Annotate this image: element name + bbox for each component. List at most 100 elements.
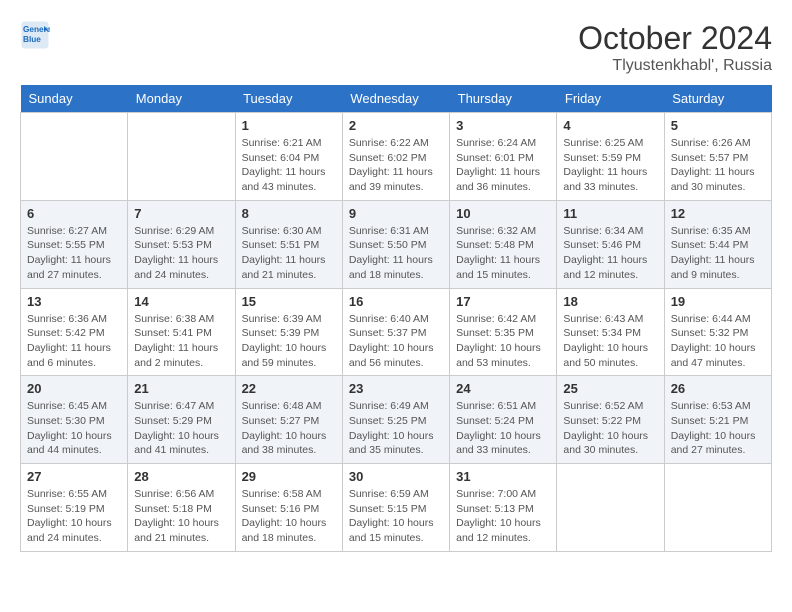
day-info: Sunrise: 6:51 AMSunset: 5:24 PMDaylight:… — [456, 399, 550, 458]
calendar-cell: 11 Sunrise: 6:34 AMSunset: 5:46 PMDayligh… — [557, 200, 664, 288]
day-info: Sunrise: 6:40 AMSunset: 5:37 PMDaylight:… — [349, 312, 443, 371]
day-info: Sunrise: 7:00 AMSunset: 5:13 PMDaylight:… — [456, 487, 550, 546]
day-number: 29 — [242, 469, 336, 484]
title-area: October 2024 Tlyustenkhabl', Russia — [578, 20, 772, 75]
day-number: 17 — [456, 294, 550, 309]
day-info: Sunrise: 6:22 AMSunset: 6:02 PMDaylight:… — [349, 136, 443, 195]
day-info: Sunrise: 6:52 AMSunset: 5:22 PMDaylight:… — [563, 399, 657, 458]
day-info: Sunrise: 6:56 AMSunset: 5:18 PMDaylight:… — [134, 487, 228, 546]
calendar-cell: 22 Sunrise: 6:48 AMSunset: 5:27 PMDayligh… — [235, 376, 342, 464]
month-title: October 2024 — [578, 20, 772, 57]
calendar-cell: 19 Sunrise: 6:44 AMSunset: 5:32 PMDayligh… — [664, 288, 771, 376]
calendar-cell — [128, 113, 235, 201]
day-info: Sunrise: 6:42 AMSunset: 5:35 PMDaylight:… — [456, 312, 550, 371]
day-number: 18 — [563, 294, 657, 309]
calendar-cell: 28 Sunrise: 6:56 AMSunset: 5:18 PMDayligh… — [128, 464, 235, 552]
day-info: Sunrise: 6:58 AMSunset: 5:16 PMDaylight:… — [242, 487, 336, 546]
day-number: 5 — [671, 118, 765, 133]
header-saturday: Saturday — [664, 85, 771, 113]
day-number: 14 — [134, 294, 228, 309]
calendar-cell: 31 Sunrise: 7:00 AMSunset: 5:13 PMDayligh… — [450, 464, 557, 552]
day-info: Sunrise: 6:30 AMSunset: 5:51 PMDaylight:… — [242, 224, 336, 283]
day-info: Sunrise: 6:27 AMSunset: 5:55 PMDaylight:… — [27, 224, 121, 283]
day-number: 28 — [134, 469, 228, 484]
day-number: 21 — [134, 381, 228, 396]
calendar-cell: 27 Sunrise: 6:55 AMSunset: 5:19 PMDayligh… — [21, 464, 128, 552]
calendar-cell: 3 Sunrise: 6:24 AMSunset: 6:01 PMDaylight… — [450, 113, 557, 201]
calendar-cell — [557, 464, 664, 552]
calendar-week-5: 27 Sunrise: 6:55 AMSunset: 5:19 PMDayligh… — [21, 464, 772, 552]
calendar-cell: 16 Sunrise: 6:40 AMSunset: 5:37 PMDayligh… — [342, 288, 449, 376]
logo-icon: General Blue — [20, 20, 50, 50]
day-info: Sunrise: 6:53 AMSunset: 5:21 PMDaylight:… — [671, 399, 765, 458]
day-info: Sunrise: 6:43 AMSunset: 5:34 PMDaylight:… — [563, 312, 657, 371]
day-number: 11 — [563, 206, 657, 221]
day-info: Sunrise: 6:31 AMSunset: 5:50 PMDaylight:… — [349, 224, 443, 283]
calendar-week-3: 13Sunrise: 6:36 AMSunset: 5:42 PMDayligh… — [21, 288, 772, 376]
calendar-cell: 5Sunrise: 6:26 AMSunset: 5:57 PMDaylight… — [664, 113, 771, 201]
day-number: 8 — [242, 206, 336, 221]
day-info: Sunrise: 6:32 AMSunset: 5:48 PMDaylight:… — [456, 224, 550, 283]
calendar-cell: 17 Sunrise: 6:42 AMSunset: 5:35 PMDayligh… — [450, 288, 557, 376]
day-info: Sunrise: 6:48 AMSunset: 5:27 PMDaylight:… — [242, 399, 336, 458]
page-header: General Blue October 2024 Tlyustenkhabl'… — [20, 20, 772, 75]
day-number: 22 — [242, 381, 336, 396]
day-number: 27 — [27, 469, 121, 484]
calendar-cell: 20 Sunrise: 6:45 AMSunset: 5:30 PMDayligh… — [21, 376, 128, 464]
header-monday: Monday — [128, 85, 235, 113]
calendar-cell — [21, 113, 128, 201]
calendar-cell: 26 Sunrise: 6:53 AMSunset: 5:21 PMDayligh… — [664, 376, 771, 464]
calendar-cell: 23Sunrise: 6:49 AMSunset: 5:25 PMDayligh… — [342, 376, 449, 464]
calendar-cell: 9 Sunrise: 6:31 AMSunset: 5:50 PMDaylight… — [342, 200, 449, 288]
day-number: 13 — [27, 294, 121, 309]
day-number: 20 — [27, 381, 121, 396]
calendar-cell: 12 Sunrise: 6:35 AMSunset: 5:44 PMDayligh… — [664, 200, 771, 288]
calendar-cell: 10Sunrise: 6:32 AMSunset: 5:48 PMDayligh… — [450, 200, 557, 288]
calendar-cell: 14Sunrise: 6:38 AMSunset: 5:41 PMDayligh… — [128, 288, 235, 376]
calendar-cell: 25 Sunrise: 6:52 AMSunset: 5:22 PMDayligh… — [557, 376, 664, 464]
day-info: Sunrise: 6:45 AMSunset: 5:30 PMDaylight:… — [27, 399, 121, 458]
day-number: 24 — [456, 381, 550, 396]
day-number: 2 — [349, 118, 443, 133]
day-number: 12 — [671, 206, 765, 221]
svg-text:Blue: Blue — [23, 35, 41, 44]
day-info: Sunrise: 6:35 AMSunset: 5:44 PMDaylight:… — [671, 224, 765, 283]
calendar-cell: 8 Sunrise: 6:30 AMSunset: 5:51 PMDaylight… — [235, 200, 342, 288]
day-info: Sunrise: 6:29 AMSunset: 5:53 PMDaylight:… — [134, 224, 228, 283]
day-number: 25 — [563, 381, 657, 396]
day-number: 23 — [349, 381, 443, 396]
header-wednesday: Wednesday — [342, 85, 449, 113]
day-number: 16 — [349, 294, 443, 309]
calendar-table: SundayMondayTuesdayWednesdayThursdayFrid… — [20, 85, 772, 552]
calendar-cell: 1Sunrise: 6:21 AMSunset: 6:04 PMDaylight… — [235, 113, 342, 201]
day-number: 9 — [349, 206, 443, 221]
location-title: Tlyustenkhabl', Russia — [578, 57, 772, 75]
calendar-cell: 30 Sunrise: 6:59 AMSunset: 5:15 PMDayligh… — [342, 464, 449, 552]
calendar-cell: 29 Sunrise: 6:58 AMSunset: 5:16 PMDayligh… — [235, 464, 342, 552]
day-info: Sunrise: 6:59 AMSunset: 5:15 PMDaylight:… — [349, 487, 443, 546]
day-number: 19 — [671, 294, 765, 309]
logo: General Blue — [20, 20, 50, 50]
calendar-cell: 21Sunrise: 6:47 AMSunset: 5:29 PMDayligh… — [128, 376, 235, 464]
header-thursday: Thursday — [450, 85, 557, 113]
calendar-cell: 6 Sunrise: 6:27 AMSunset: 5:55 PMDaylight… — [21, 200, 128, 288]
calendar-cell: 18 Sunrise: 6:43 AMSunset: 5:34 PMDayligh… — [557, 288, 664, 376]
calendar-week-2: 6 Sunrise: 6:27 AMSunset: 5:55 PMDaylight… — [21, 200, 772, 288]
day-info: Sunrise: 6:39 AMSunset: 5:39 PMDaylight:… — [242, 312, 336, 371]
day-info: Sunrise: 6:55 AMSunset: 5:19 PMDaylight:… — [27, 487, 121, 546]
day-info: Sunrise: 6:34 AMSunset: 5:46 PMDaylight:… — [563, 224, 657, 283]
calendar-cell: 24 Sunrise: 6:51 AMSunset: 5:24 PMDayligh… — [450, 376, 557, 464]
day-number: 26 — [671, 381, 765, 396]
day-number: 6 — [27, 206, 121, 221]
day-number: 31 — [456, 469, 550, 484]
day-info: Sunrise: 6:44 AMSunset: 5:32 PMDaylight:… — [671, 312, 765, 371]
header-sunday: Sunday — [21, 85, 128, 113]
day-number: 15 — [242, 294, 336, 309]
calendar-cell: 15 Sunrise: 6:39 AMSunset: 5:39 PMDayligh… — [235, 288, 342, 376]
day-number: 3 — [456, 118, 550, 133]
header-tuesday: Tuesday — [235, 85, 342, 113]
day-info: Sunrise: 6:25 AMSunset: 5:59 PMDaylight:… — [563, 136, 657, 195]
day-number: 30 — [349, 469, 443, 484]
day-info: Sunrise: 6:24 AMSunset: 6:01 PMDaylight:… — [456, 136, 550, 195]
day-info: Sunrise: 6:21 AMSunset: 6:04 PMDaylight:… — [242, 136, 336, 195]
